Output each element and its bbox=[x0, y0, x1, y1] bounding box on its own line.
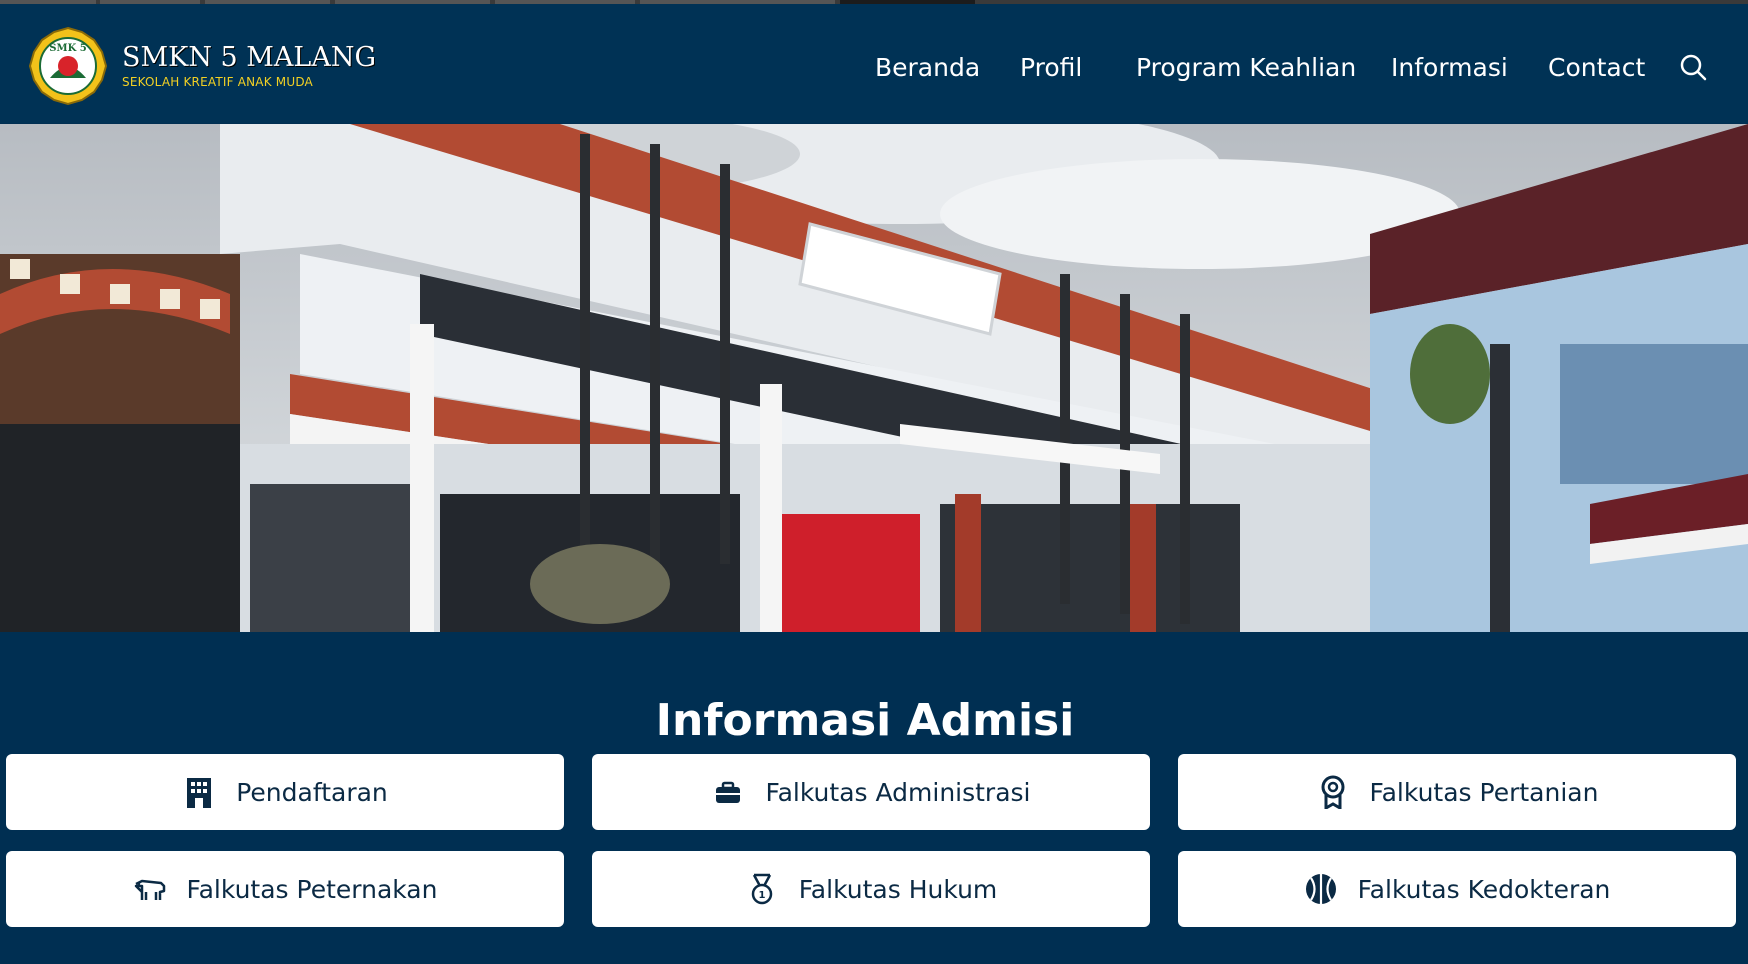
card-falkutas-hukum[interactable]: 1 Falkutas Hukum bbox=[592, 851, 1150, 927]
building-icon bbox=[187, 778, 212, 808]
card-falkutas-kedokteran[interactable]: Falkutas Kedokteran bbox=[1178, 851, 1736, 927]
school-building-photo bbox=[0, 124, 1748, 632]
award-icon bbox=[1321, 775, 1345, 809]
hero-image bbox=[0, 124, 1748, 632]
card-label: Falkutas Peternakan bbox=[186, 874, 438, 904]
card-pendaftaran[interactable]: Pendaftaran bbox=[6, 754, 564, 830]
nav-profil[interactable]: Profil bbox=[1020, 48, 1082, 88]
basketball-icon bbox=[1305, 874, 1336, 904]
cow-icon bbox=[134, 879, 165, 900]
search-icon[interactable] bbox=[1678, 52, 1708, 82]
main-nav: Beranda Profil Program Keahlian Informas… bbox=[0, 48, 1748, 88]
nav-program-keahlian[interactable]: Program Keahlian bbox=[1136, 48, 1356, 88]
card-falkutas-administrasi[interactable]: Falkutas Administrasi bbox=[592, 754, 1150, 830]
card-label: Pendaftaran bbox=[236, 777, 388, 807]
medal-icon: 1 bbox=[751, 873, 772, 905]
nav-beranda[interactable]: Beranda bbox=[875, 48, 980, 88]
svg-text:1: 1 bbox=[758, 890, 765, 901]
card-label: Falkutas Administrasi bbox=[765, 777, 1031, 807]
section-title: Informasi Admisi bbox=[655, 695, 1075, 747]
card-label: Falkutas Pertanian bbox=[1369, 777, 1599, 807]
card-label: Falkutas Hukum bbox=[798, 874, 998, 904]
card-falkutas-pertanian[interactable]: Falkutas Pertanian bbox=[1178, 754, 1736, 830]
nav-contact[interactable]: Contact bbox=[1548, 48, 1645, 88]
card-label: Falkutas Kedokteran bbox=[1357, 874, 1611, 904]
briefcase-icon bbox=[716, 781, 741, 803]
navbar: SMK 5 SMKN 5 MALANG SEKOLAH KREATIF ANAK… bbox=[0, 4, 1748, 123]
nav-informasi[interactable]: Informasi bbox=[1391, 48, 1508, 88]
card-falkutas-peternakan[interactable]: Falkutas Peternakan bbox=[6, 851, 564, 927]
